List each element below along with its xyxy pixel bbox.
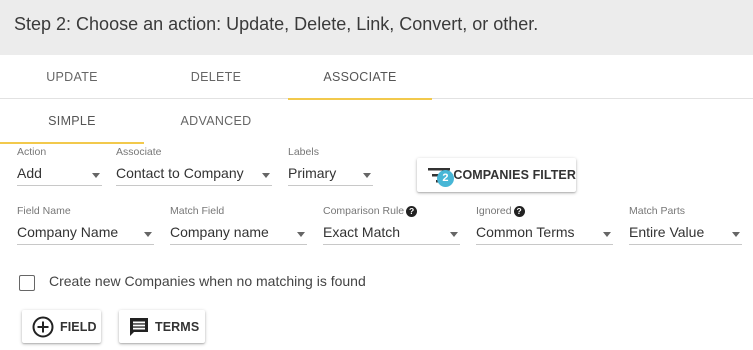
- chevron-down-icon: [603, 232, 611, 237]
- add-circle-icon: [32, 316, 54, 338]
- ignored-value: Common Terms: [476, 224, 575, 240]
- step-header: Step 2: Choose an action: Update, Delete…: [0, 0, 753, 55]
- help-icon[interactable]: ?: [406, 205, 418, 217]
- comparison-rule-label: Comparison Rule ?: [323, 205, 418, 217]
- match-parts-label: Match Parts: [629, 205, 686, 217]
- action-value: Add: [17, 165, 42, 181]
- labels-label: Labels: [288, 146, 319, 158]
- associate-value: Contact to Company: [116, 165, 244, 181]
- mode-tabs: SIMPLE ADVANCED: [0, 99, 753, 144]
- ignored-label: Ignored ?: [476, 205, 525, 217]
- terms-label: TERMS: [155, 319, 200, 334]
- labels-field: Labels Primary: [288, 146, 373, 188]
- field-name-select[interactable]: Company Name: [17, 221, 154, 245]
- action-field: Action Add: [17, 146, 102, 188]
- match-parts-select[interactable]: Entire Value: [629, 221, 742, 245]
- chevron-down-icon: [92, 173, 100, 178]
- ignored-field: Ignored ? Common Terms: [476, 205, 613, 247]
- associate-select[interactable]: Contact to Company: [116, 162, 272, 186]
- ignored-select[interactable]: Common Terms: [476, 221, 613, 245]
- comparison-rule-select[interactable]: Exact Match: [323, 221, 460, 245]
- comparison-rule-field: Comparison Rule ? Exact Match: [323, 205, 460, 247]
- field-name-label: Field Name: [17, 205, 71, 217]
- comparison-rule-label-text: Comparison Rule: [323, 205, 405, 217]
- chevron-down-icon: [262, 173, 270, 178]
- tab-simple[interactable]: SIMPLE: [0, 99, 144, 144]
- match-field-select[interactable]: Company name: [170, 221, 307, 245]
- match-parts-value: Entire Value: [629, 224, 705, 240]
- chevron-down-icon: [450, 232, 458, 237]
- create-new-checkbox[interactable]: [19, 275, 35, 291]
- chevron-down-icon: [297, 232, 305, 237]
- comparison-rule-value: Exact Match: [323, 224, 401, 240]
- create-new-label: Create new Companies when no matching is…: [49, 273, 366, 289]
- chevron-down-icon: [363, 173, 371, 178]
- associate-field: Associate Contact to Company: [116, 146, 272, 188]
- filter-count-badge: 2: [437, 170, 454, 187]
- associate-label: Associate: [116, 146, 162, 158]
- match-field-value: Company name: [170, 224, 269, 240]
- tab-associate[interactable]: ASSOCIATE: [288, 55, 432, 100]
- companies-filter-button[interactable]: 2 COMPANIES FILTER: [417, 158, 576, 192]
- match-field-label: Match Field: [170, 205, 225, 217]
- step-title: Step 2: Choose an action: Update, Delete…: [14, 14, 539, 34]
- action-tabs: UPDATE DELETE ASSOCIATE: [0, 55, 753, 100]
- tab-delete[interactable]: DELETE: [144, 55, 288, 99]
- comment-icon: [128, 316, 150, 338]
- match-field-field: Match Field Company name: [170, 205, 307, 247]
- filter-list-icon: 2: [427, 162, 454, 188]
- add-field-button[interactable]: FIELD: [22, 310, 101, 343]
- labels-value: Primary: [288, 165, 337, 181]
- tab-advanced[interactable]: ADVANCED: [144, 99, 288, 143]
- match-parts-field: Match Parts Entire Value: [629, 205, 742, 247]
- chevron-down-icon: [732, 232, 740, 237]
- field-name-field: Field Name Company Name: [17, 205, 154, 247]
- field-name-value: Company Name: [17, 224, 119, 240]
- chevron-down-icon: [144, 232, 152, 237]
- tab-update[interactable]: UPDATE: [0, 55, 144, 99]
- action-select[interactable]: Add: [17, 162, 102, 186]
- action-label: Action: [17, 146, 47, 158]
- companies-filter-label: COMPANIES FILTER: [453, 168, 576, 182]
- terms-button[interactable]: TERMS: [119, 310, 205, 343]
- add-field-label: FIELD: [60, 319, 97, 334]
- labels-select[interactable]: Primary: [288, 162, 373, 186]
- ignored-label-text: Ignored: [476, 205, 512, 217]
- help-icon[interactable]: ?: [513, 205, 525, 217]
